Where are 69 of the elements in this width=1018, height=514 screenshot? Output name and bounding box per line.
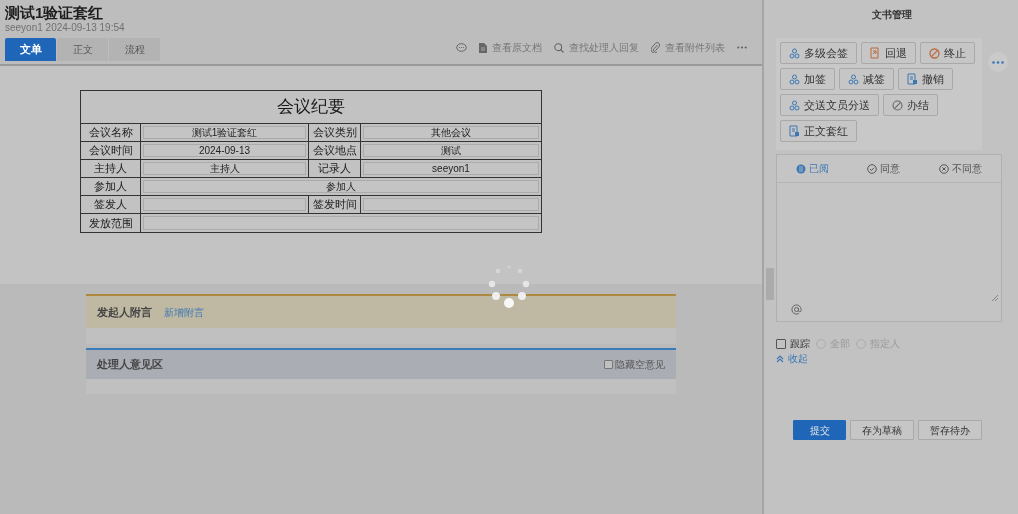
field-value[interactable]: 测试	[363, 144, 539, 157]
chevron-up-icon	[776, 354, 784, 363]
field-value[interactable]	[143, 216, 539, 230]
field-value[interactable]: 2024-09-13	[143, 144, 306, 157]
field-value[interactable]: seeyon1	[363, 162, 539, 175]
field-value[interactable]	[143, 198, 306, 211]
checkbox[interactable]	[776, 338, 786, 349]
check-circle-icon	[867, 163, 878, 174]
document-icon	[907, 73, 918, 85]
mention-icon[interactable]	[791, 304, 802, 315]
checkbox-label: 隐藏空意见	[615, 358, 665, 372]
field-label: 参加人	[81, 178, 141, 195]
action-button[interactable]: 回退	[861, 42, 916, 64]
search-icon	[554, 42, 564, 53]
people-icon	[789, 47, 800, 59]
forbidden-icon	[892, 99, 903, 111]
attitude-option[interactable]: 同意	[867, 161, 901, 176]
field-value[interactable]: 主持人	[143, 162, 306, 175]
field-label: 会议类别	[308, 124, 361, 141]
action-button[interactable]: 暂存待办	[918, 420, 982, 440]
attitude-option[interactable]: 不同意	[938, 161, 982, 176]
action-button[interactable]: 存为草稿	[850, 420, 914, 440]
field-value[interactable]	[363, 198, 539, 211]
section-title: 发起人附言	[97, 304, 152, 320]
author-date: seeyon1 2024-09-13 19:54	[5, 22, 125, 34]
more-icon[interactable]	[737, 46, 747, 49]
field-value[interactable]: 参加人	[143, 180, 539, 193]
action-button[interactable]: 减签	[839, 68, 894, 90]
field-label: 主持人	[81, 160, 141, 177]
field-label: 记录人	[308, 160, 361, 177]
resize-icon	[992, 295, 998, 301]
action-button[interactable]: 加签	[780, 68, 835, 90]
people-icon	[848, 73, 859, 85]
action-button[interactable]: 撤销	[898, 68, 953, 90]
field-label: 会议名称	[81, 124, 141, 141]
form-title: 会议纪要	[81, 91, 541, 124]
forbidden-icon	[929, 47, 940, 59]
panel-title: 文书管理	[871, 7, 913, 22]
section-title: 处理人意见区	[97, 357, 163, 373]
tab[interactable]: 文单	[5, 38, 56, 61]
submit-button[interactable]: 提交	[793, 420, 846, 440]
people-icon	[789, 99, 800, 111]
field-label: 会议时间	[81, 142, 141, 159]
tab[interactable]: 流程	[109, 38, 160, 61]
action-button[interactable]: 正文套红	[780, 120, 857, 142]
more-button[interactable]	[988, 52, 1008, 72]
action-button[interactable]: 办结	[883, 94, 938, 116]
document-icon	[479, 42, 487, 53]
checkbox[interactable]	[604, 360, 613, 369]
tab[interactable]: 正文	[57, 38, 108, 61]
field-label: 会议地点	[308, 142, 361, 159]
action-button[interactable]: 终止	[920, 42, 975, 64]
action-button[interactable]: 多级会签	[780, 42, 857, 64]
field-value[interactable]: 其他会议	[363, 126, 539, 139]
document-return-icon	[870, 47, 881, 59]
comment-icon[interactable]	[456, 42, 467, 53]
document-icon	[796, 163, 807, 174]
document-icon	[789, 125, 800, 137]
checkbox-label: 跟踪	[790, 337, 810, 351]
people-icon	[789, 73, 800, 85]
field-value[interactable]: 测试1验证套红	[143, 126, 306, 139]
action-button[interactable]: 交送文员分送	[780, 94, 879, 116]
more-icon	[992, 60, 1004, 64]
field-label: 发放范围	[81, 214, 141, 232]
paperclip-icon	[651, 42, 660, 53]
cross-circle-icon	[938, 163, 949, 174]
field-label: 签发时间	[308, 196, 361, 213]
document-title: 测试1验证套红	[5, 4, 104, 22]
field-label: 签发人	[81, 196, 141, 213]
